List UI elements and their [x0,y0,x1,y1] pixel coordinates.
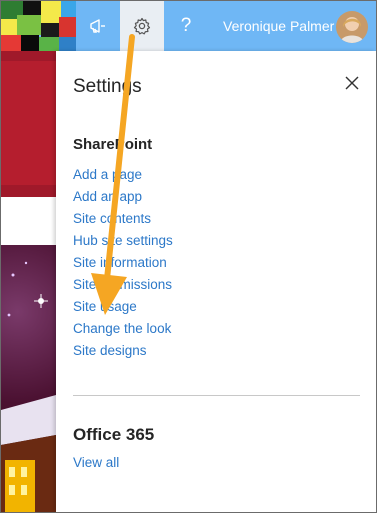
view-all-link[interactable]: View all [73,455,119,470]
user-name[interactable]: Veronique Palmer [223,18,334,34]
settings-panel: Settings SharePoint Add a page Add an ap… [56,51,376,512]
close-icon [345,76,359,90]
link-site-information[interactable]: Site information [73,252,173,274]
avatar[interactable] [336,11,368,43]
section-divider [73,395,360,396]
settings-button[interactable] [120,1,164,51]
suite-bar: ? Veronique Palmer [1,1,376,51]
link-add-a-page[interactable]: Add a page [73,164,173,186]
gear-icon [133,17,151,35]
page-background [1,51,56,512]
help-icon: ? [180,15,192,36]
link-site-permissions[interactable]: Site permissions [73,274,173,296]
office365-heading: Office 365 [73,425,155,444]
panel-title: Settings [73,76,142,97]
sharepoint-heading: SharePoint [73,136,153,153]
link-site-designs[interactable]: Site designs [73,340,173,362]
link-hub-site-settings[interactable]: Hub site settings [73,230,173,252]
background-photo [1,245,56,512]
link-site-usage[interactable]: Site usage [73,296,173,318]
profile-photo-icon [336,11,368,43]
link-change-the-look[interactable]: Change the look [73,318,173,340]
help-button[interactable]: ? [164,1,208,51]
sharepoint-links: Add a page Add an app Site contents Hub … [73,164,173,362]
link-add-an-app[interactable]: Add an app [73,186,173,208]
close-button[interactable] [340,71,364,95]
site-logo-mosaic [1,1,76,51]
screenshot-frame: ? Veronique Palmer Settings SharePoint A… [0,0,377,513]
link-site-contents[interactable]: Site contents [73,208,173,230]
megaphone-icon [90,19,105,33]
feedback-button[interactable] [76,1,120,51]
